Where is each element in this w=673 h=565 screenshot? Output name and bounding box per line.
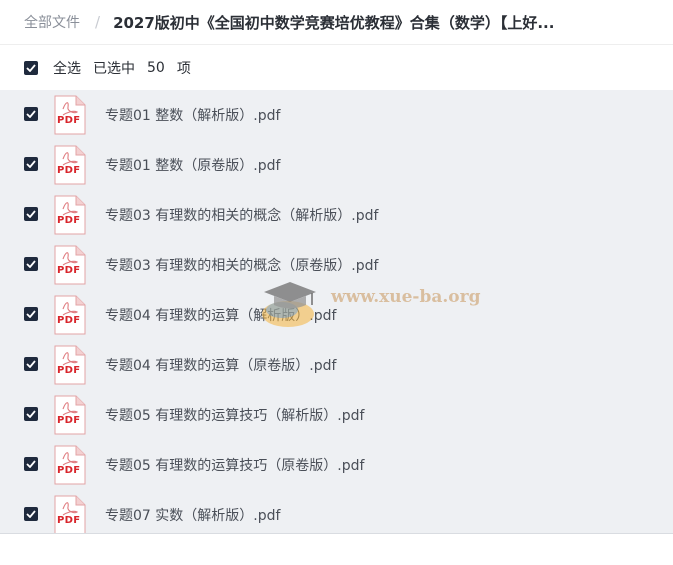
pdf-file-icon: PDF xyxy=(54,145,86,185)
selected-unit: 项 xyxy=(176,60,191,77)
pdf-file-icon: PDF xyxy=(54,495,86,533)
pdf-icon-label: PDF xyxy=(57,115,81,126)
file-name[interactable]: 专题04 有理数的运算（解析版）.pdf xyxy=(105,305,336,325)
file-name[interactable]: 专题01 整数（解析版）.pdf xyxy=(105,105,280,125)
file-row[interactable]: PDF 专题04 有理数的运算（解析版）.pdf xyxy=(0,290,673,340)
pdf-icon-label: PDF xyxy=(57,165,81,176)
selected-label: 已选中 xyxy=(93,60,135,77)
breadcrumb-current-folder: 2027版初中《全国初中数学竞赛培优教程》合集（数学）【上好... xyxy=(113,13,555,32)
file-name[interactable]: 专题07 实数（解析版）.pdf xyxy=(105,505,280,525)
pdf-file-icon: PDF xyxy=(54,195,86,235)
file-row[interactable]: PDF 专题05 有理数的运算技巧（原卷版）.pdf xyxy=(0,440,673,490)
file-row[interactable]: PDF 专题01 整数（原卷版）.pdf xyxy=(0,140,673,190)
file-checkbox[interactable] xyxy=(24,307,38,321)
file-row[interactable]: PDF 专题04 有理数的运算（原卷版）.pdf xyxy=(0,340,673,390)
file-checkbox[interactable] xyxy=(24,107,38,121)
pdf-file-icon: PDF xyxy=(54,245,86,285)
file-checkbox[interactable] xyxy=(24,257,38,271)
pdf-file-icon: PDF xyxy=(54,395,86,435)
breadcrumb-root-link[interactable]: 全部文件 xyxy=(24,12,80,32)
pdf-icon-label: PDF xyxy=(57,515,81,526)
file-row[interactable]: PDF 专题05 有理数的运算技巧（解析版）.pdf xyxy=(0,390,673,440)
select-all-label[interactable]: 全选 xyxy=(53,58,81,78)
file-checkbox[interactable] xyxy=(24,507,38,521)
pdf-file-icon: PDF xyxy=(54,295,86,335)
selection-toolbar: 全选 已选中 50 项 xyxy=(0,45,673,90)
file-checkbox[interactable] xyxy=(24,457,38,471)
pdf-icon-label: PDF xyxy=(57,365,81,376)
pdf-file-icon: PDF xyxy=(54,95,86,135)
breadcrumb: 全部文件 / 2027版初中《全国初中数学竞赛培优教程》合集（数学）【上好... xyxy=(0,0,673,45)
pdf-icon-label: PDF xyxy=(57,415,81,426)
file-row[interactable]: PDF 专题03 有理数的相关的概念（解析版）.pdf xyxy=(0,190,673,240)
file-name[interactable]: 专题05 有理数的运算技巧（原卷版）.pdf xyxy=(105,455,364,475)
file-checkbox[interactable] xyxy=(24,157,38,171)
pdf-file-icon: PDF xyxy=(54,445,86,485)
pdf-icon-label: PDF xyxy=(57,465,81,476)
file-name[interactable]: 专题04 有理数的运算（原卷版）.pdf xyxy=(105,355,336,375)
breadcrumb-separator: / xyxy=(95,13,101,31)
file-list: PDF 专题01 整数（解析版）.pdf PDF 专题01 整数（原卷版）.pdf PD… xyxy=(0,90,673,534)
file-checkbox[interactable] xyxy=(24,207,38,221)
select-all-checkbox[interactable] xyxy=(24,60,38,75)
file-name[interactable]: 专题05 有理数的运算技巧（解析版）.pdf xyxy=(105,405,364,425)
file-checkbox[interactable] xyxy=(24,407,38,421)
file-row[interactable]: PDF 专题07 实数（解析版）.pdf xyxy=(0,490,673,533)
file-name[interactable]: 专题01 整数（原卷版）.pdf xyxy=(105,155,280,175)
file-row[interactable]: PDF 专题03 有理数的相关的概念（原卷版）.pdf xyxy=(0,240,673,290)
file-name[interactable]: 专题03 有理数的相关的概念（解析版）.pdf xyxy=(105,205,378,225)
pdf-icon-label: PDF xyxy=(57,215,81,226)
file-name[interactable]: 专题03 有理数的相关的概念（原卷版）.pdf xyxy=(105,255,378,275)
pdf-file-icon: PDF xyxy=(54,345,86,385)
selected-count: 50 xyxy=(147,59,165,76)
pdf-icon-label: PDF xyxy=(57,315,81,326)
file-row[interactable]: PDF 专题01 整数（解析版）.pdf xyxy=(0,90,673,140)
pdf-icon-label: PDF xyxy=(57,265,81,276)
file-checkbox[interactable] xyxy=(24,357,38,371)
